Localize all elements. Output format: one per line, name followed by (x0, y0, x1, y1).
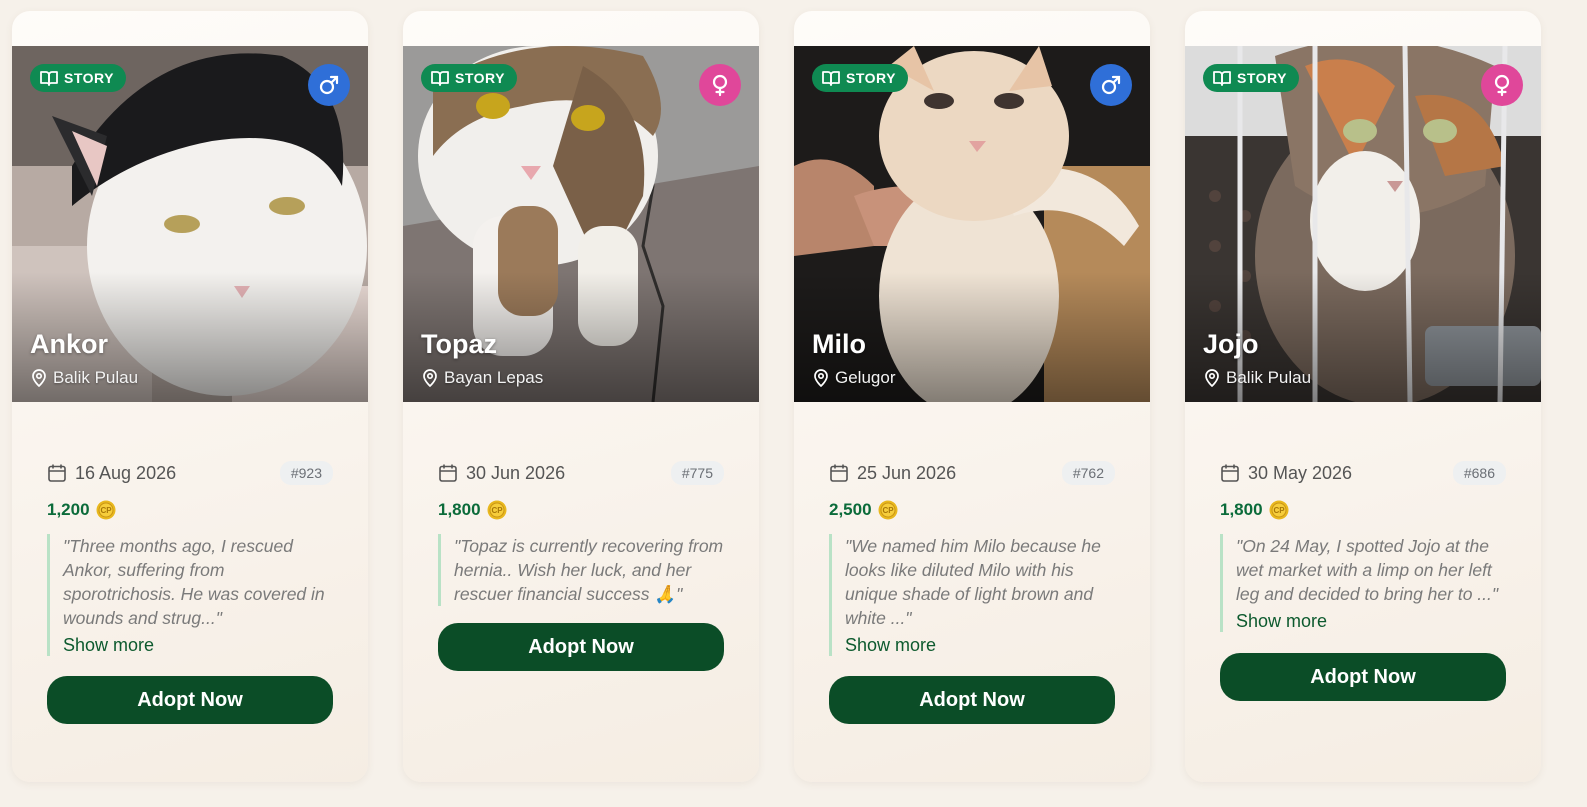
quote-text: "Topaz is currently recovering from hern… (454, 536, 724, 604)
quote-text: "We named him Milo because he looks like… (845, 536, 1101, 628)
coin-icon: CP (1269, 500, 1289, 520)
story-quote: "Three months ago, I rescued Ankor, suff… (47, 534, 333, 656)
male-symbol-icon (319, 75, 339, 95)
meta-row: 30 May 2026 #686 (1220, 461, 1506, 485)
adopt-now-button[interactable]: Adopt Now (829, 676, 1115, 724)
calendar-icon (439, 464, 457, 482)
adopt-now-button[interactable]: Adopt Now (47, 676, 333, 724)
adopt-now-button[interactable]: Adopt Now (1220, 653, 1506, 701)
pet-card[interactable]: STORY Ankor Balik Pulau 16 Aug 2026 #923… (12, 11, 368, 782)
location-label: Gelugor (835, 368, 896, 387)
location-label: Bayan Lepas (444, 368, 544, 387)
map-pin-icon (32, 369, 46, 387)
pet-photo[interactable]: STORY Jojo Balik Pulau (1185, 46, 1541, 402)
female-symbol-icon (712, 74, 728, 97)
map-pin-icon (423, 369, 437, 387)
gender-badge (308, 64, 350, 106)
adoption-fee: 1,200 CP (47, 500, 116, 520)
pet-card[interactable]: STORY Jojo Balik Pulau 30 May 2026 #686 … (1185, 11, 1541, 782)
story-quote: "We named him Milo because he looks like… (829, 534, 1115, 656)
story-label: STORY (1237, 70, 1287, 86)
story-quote: "On 24 May, I spotted Jojo at the wet ma… (1220, 534, 1506, 632)
female-symbol-icon (1494, 74, 1510, 97)
pet-location: Balik Pulau (1204, 368, 1311, 388)
story-quote: "Topaz is currently recovering from hern… (438, 534, 724, 606)
book-open-icon (40, 71, 58, 86)
coin-icon: CP (96, 500, 116, 520)
pet-photo[interactable]: STORY Ankor Balik Pulau (12, 46, 368, 402)
meta-row: 30 Jun 2026 #775 (438, 461, 724, 485)
pet-name: Jojo (1203, 329, 1259, 359)
svg-text:CP: CP (491, 506, 503, 515)
adoption-fee: 1,800 CP (1220, 500, 1289, 520)
listing-date: 30 Jun 2026 (438, 463, 565, 484)
price-value: 1,800 (438, 500, 481, 519)
pet-name: Ankor (30, 329, 109, 359)
calendar-icon (830, 464, 848, 482)
pet-card[interactable]: STORY Milo Gelugor 25 Jun 2026 #762 2,50… (794, 11, 1150, 782)
book-open-icon (822, 71, 840, 86)
story-label: STORY (64, 70, 114, 86)
meta-row: 16 Aug 2026 #923 (47, 461, 333, 485)
pet-location: Bayan Lepas (422, 368, 543, 388)
quote-text: "Three months ago, I rescued Ankor, suff… (63, 536, 325, 628)
story-badge: STORY (421, 64, 517, 92)
listing-date: 16 Aug 2026 (47, 463, 176, 484)
book-open-icon (1213, 71, 1231, 86)
price-value: 1,200 (47, 500, 90, 519)
date-label: 30 May 2026 (1248, 462, 1353, 483)
listing-id-badge: #923 (279, 461, 333, 485)
pet-photo[interactable]: STORY Topaz Bayan Lepas (403, 46, 759, 402)
map-pin-icon (814, 369, 828, 387)
coin-icon: CP (878, 500, 898, 520)
book-open-icon (431, 71, 449, 86)
calendar-icon (48, 464, 66, 482)
location-label: Balik Pulau (1226, 368, 1312, 387)
price-value: 2,500 (829, 500, 872, 519)
listing-date: 30 May 2026 (1220, 463, 1352, 484)
pet-card-grid: STORY Ankor Balik Pulau 16 Aug 2026 #923… (12, 11, 1541, 782)
pet-name: Topaz (421, 329, 497, 359)
calendar-icon (1221, 464, 1239, 482)
map-pin-icon (1205, 369, 1219, 387)
story-badge: STORY (812, 64, 908, 92)
pet-location: Balik Pulau (31, 368, 138, 388)
story-label: STORY (455, 70, 505, 86)
price-value: 1,800 (1220, 500, 1263, 519)
pet-photo[interactable]: STORY Milo Gelugor (794, 46, 1150, 402)
date-label: 25 Jun 2026 (857, 462, 957, 483)
story-badge: STORY (30, 64, 126, 92)
male-symbol-icon (1101, 75, 1121, 95)
adoption-fee: 1,800 CP (438, 500, 507, 520)
story-badge: STORY (1203, 64, 1299, 92)
adoption-fee: 2,500 CP (829, 500, 898, 520)
show-more-link[interactable]: Show more (845, 635, 1115, 656)
listing-id-badge: #762 (1061, 461, 1115, 485)
adopt-now-button[interactable]: Adopt Now (438, 623, 724, 671)
quote-text: "On 24 May, I spotted Jojo at the wet ma… (1236, 536, 1499, 604)
date-label: 30 Jun 2026 (466, 462, 566, 483)
date-label: 16 Aug 2026 (75, 462, 177, 483)
show-more-link[interactable]: Show more (63, 635, 333, 656)
show-more-link[interactable]: Show more (1236, 611, 1506, 632)
pet-location: Gelugor (813, 368, 895, 388)
story-label: STORY (846, 70, 896, 86)
gender-badge (1090, 64, 1132, 106)
gender-badge (699, 64, 741, 106)
svg-text:CP: CP (882, 506, 894, 515)
coin-icon: CP (487, 500, 507, 520)
pet-card[interactable]: STORY Topaz Bayan Lepas 30 Jun 2026 #775… (403, 11, 759, 782)
location-label: Balik Pulau (53, 368, 139, 387)
pet-name: Milo (812, 329, 866, 359)
svg-text:CP: CP (1273, 506, 1285, 515)
listing-date: 25 Jun 2026 (829, 463, 956, 484)
meta-row: 25 Jun 2026 #762 (829, 461, 1115, 485)
gender-badge (1481, 64, 1523, 106)
listing-id-badge: #775 (670, 461, 724, 485)
listing-id-badge: #686 (1452, 461, 1506, 485)
svg-text:CP: CP (100, 506, 112, 515)
